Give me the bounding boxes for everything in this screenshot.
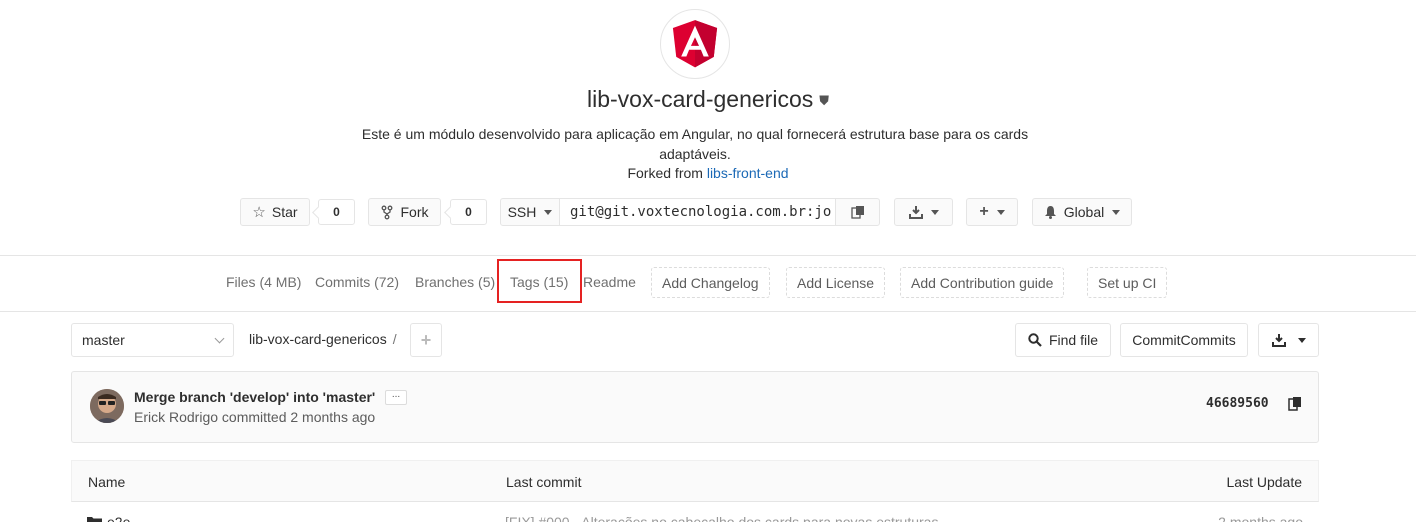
avatar[interactable] — [90, 389, 124, 423]
notification-dropdown[interactable]: Global — [1032, 198, 1132, 226]
user-avatar-image — [90, 389, 124, 423]
file-last-update: 2 months ago — [1218, 514, 1303, 522]
files-table-header: Name Last commit Last Update — [71, 460, 1319, 502]
project-title: lib-vox-card-genericos ⛊ — [0, 86, 1416, 113]
breadcrumb: lib-vox-card-genericos / — [249, 331, 397, 347]
caret-down-icon — [1297, 337, 1306, 343]
bell-icon — [1044, 206, 1056, 219]
breadcrumb-project-link[interactable]: lib-vox-card-genericos — [249, 331, 387, 347]
download-dropdown[interactable] — [894, 198, 953, 226]
table-row: e2e [FIX] #000 - Alterações no cabeçalho… — [71, 502, 1319, 522]
add-license-button[interactable]: Add License — [786, 267, 886, 298]
chevron-down-icon — [214, 333, 225, 343]
column-header-name: Name — [88, 474, 126, 490]
project-avatar — [660, 9, 730, 79]
fork-button[interactable]: Fork — [368, 198, 441, 226]
branch-select[interactable]: master — [71, 323, 234, 357]
commit-title-link[interactable]: Merge branch 'develop' into 'master' — [134, 389, 375, 405]
column-header-last-commit: Last commit — [506, 474, 582, 490]
nav-branches[interactable]: Branches (5) — [415, 274, 495, 290]
column-header-last-update: Last Update — [1226, 474, 1303, 490]
file-name-link[interactable]: e2e — [87, 514, 130, 522]
plus-icon: + — [979, 203, 989, 220]
download-icon — [1271, 333, 1286, 347]
clipboard-icon[interactable] — [1288, 396, 1302, 411]
clone-protocol-dropdown[interactable]: SSH — [500, 198, 560, 226]
commit-meta: Erick Rodrigo committed 2 months ago — [134, 409, 376, 425]
star-count[interactable]: 0 — [318, 199, 355, 225]
add-contribution-guide-button[interactable]: Add Contribution guide — [900, 267, 1065, 298]
new-dropdown[interactable]: + — [966, 198, 1018, 226]
plus-icon: + — [420, 329, 432, 350]
clipboard-icon — [850, 206, 864, 219]
shield-icon: ⛊ — [819, 92, 829, 108]
caret-down-icon — [930, 209, 939, 215]
commit-commits-button[interactable]: CommitCommits — [1120, 323, 1248, 357]
header-divider — [0, 255, 1416, 256]
download-icon — [908, 205, 923, 219]
nav-readme[interactable]: Readme — [583, 274, 636, 290]
star-button[interactable]: ☆ Star — [240, 198, 310, 226]
caret-down-icon — [996, 209, 1005, 215]
commit-sha[interactable]: 46689560 — [1206, 396, 1269, 411]
star-icon: ☆ — [252, 204, 266, 221]
search-icon — [1028, 333, 1042, 347]
forked-from-link[interactable]: libs-front-end — [707, 165, 789, 181]
project-name: lib-vox-card-genericos — [586, 86, 814, 112]
repo-download-dropdown[interactable] — [1258, 323, 1319, 357]
clone-url-input[interactable]: git@git.voxtecnologia.com.br:jo — [559, 198, 836, 226]
angular-logo-icon — [672, 20, 718, 68]
find-file-button[interactable]: Find file — [1015, 323, 1111, 357]
add-changelog-button[interactable]: Add Changelog — [651, 267, 770, 298]
file-last-commit-link[interactable]: [FIX] #000 - Alterações no cabeçalho dos… — [505, 514, 938, 522]
nav-divider — [0, 311, 1416, 312]
expand-commit-button[interactable]: ... — [385, 390, 407, 405]
copy-url-button[interactable] — [835, 198, 880, 226]
nav-files[interactable]: Files (4 MB) — [226, 274, 301, 290]
setup-ci-button[interactable]: Set up CI — [1087, 267, 1168, 298]
last-commit-panel: Merge branch 'develop' into 'master' ...… — [71, 371, 1319, 443]
fork-icon — [381, 205, 392, 219]
add-to-tree-button[interactable]: + — [410, 323, 442, 357]
project-description: Este é um módulo desenvolvido para aplic… — [361, 126, 1029, 162]
folder-icon — [87, 517, 102, 522]
tags-highlight-box — [497, 259, 582, 303]
nav-commits[interactable]: Commits (72) — [315, 274, 399, 290]
forked-from: Forked from libs-front-end — [627, 165, 789, 181]
caret-down-icon — [544, 209, 553, 215]
caret-down-icon — [1112, 209, 1121, 215]
fork-count[interactable]: 0 — [450, 199, 487, 225]
